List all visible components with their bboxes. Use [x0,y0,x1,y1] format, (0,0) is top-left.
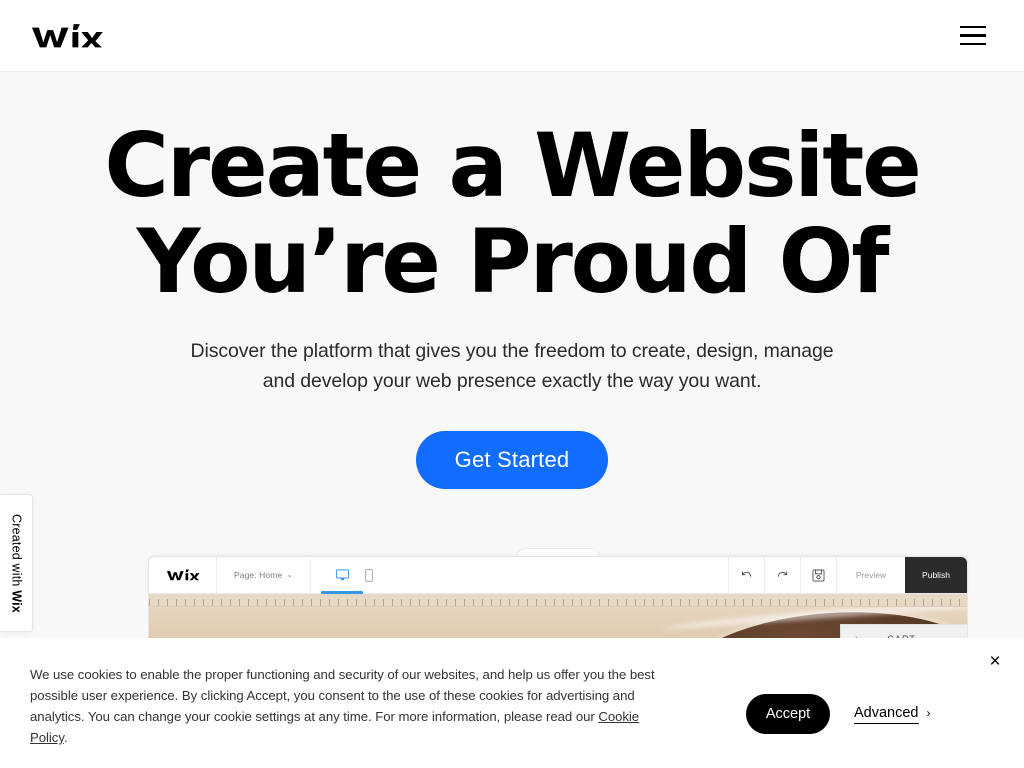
hamburger-line [960,34,986,37]
advanced-label: Advanced [854,705,919,724]
editor-ruler [148,594,968,607]
close-cookie-banner-button[interactable]: × [978,644,1012,678]
editor-publish-button[interactable]: Publish [905,557,967,593]
hero-cta-wrapper: Get Started [0,431,1024,489]
wix-logo[interactable] [30,21,104,51]
editor-toolbar-spacer [397,557,729,593]
hamburger-line [960,25,986,29]
cookie-banner-text: We use cookies to enable the proper func… [30,660,678,748]
created-with-wix-label: Created with Wix [9,513,24,613]
phone-icon [364,568,373,582]
device-active-indicator [321,591,363,594]
editor-preview-button[interactable]: Preview [837,557,905,593]
editor-mockup: Page: Home ⌄ Preview Publish [148,548,968,647]
cookie-banner-actions: Accept Advanced › [678,660,994,734]
desktop-view-icon[interactable] [335,569,349,581]
cookie-body-tail: . [63,730,68,745]
created-with-wix-badge[interactable]: Created with Wix [0,494,33,632]
redo-icon [777,570,788,577]
hero-title-line-2: You’re Proud Of [136,210,890,313]
editor-page-selector[interactable]: Page: Home ⌄ [217,557,311,593]
wix-logo-icon [31,23,103,47]
accept-cookies-button[interactable]: Accept [746,694,830,734]
cookie-body: We use cookies to enable the proper func… [30,667,655,724]
advanced-cookie-settings-button[interactable]: Advanced › [854,705,931,724]
hero-title-line-1: Create a Website [104,114,921,217]
cookie-consent-banner: We use cookies to enable the proper func… [0,638,1024,768]
created-with-brand: Wix [9,589,24,613]
mobile-view-icon[interactable] [364,568,373,582]
hero-section: Create a Website You’re Proud Of Discove… [0,72,1024,489]
undo-icon [741,570,752,577]
editor-save-button[interactable] [801,557,837,593]
save-icon [812,569,825,581]
chevron-down-icon: ⌄ [286,570,294,579]
editor-wix-logo[interactable] [149,557,217,593]
page-title: Create a Website You’re Proud Of [62,118,962,310]
hamburger-line [960,42,986,46]
monitor-icon [335,569,349,581]
editor-redo-button[interactable] [765,557,801,593]
hamburger-menu-icon[interactable] [956,19,990,53]
wix-logo-icon [166,569,199,581]
editor-device-switcher [311,557,397,594]
hero-subtitle: Discover the platform that gives you the… [190,340,834,392]
get-started-button[interactable]: Get Started [416,431,608,489]
editor-undo-button[interactable] [729,557,765,593]
created-with-prefix: Created with [9,513,24,590]
editor-page-label: Page: Home [233,570,283,580]
editor-toolbar: Page: Home ⌄ Preview Publish [148,556,968,594]
chevron-right-icon: › [926,706,931,720]
site-header [0,0,1024,72]
